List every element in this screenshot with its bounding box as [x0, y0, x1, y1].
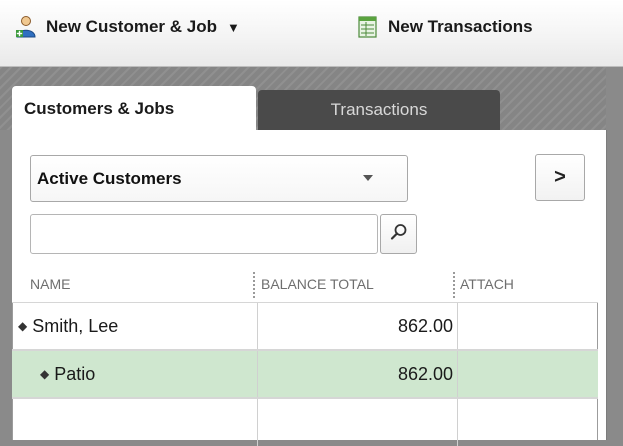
spreadsheet-icon [356, 15, 380, 39]
new-transactions-button[interactable]: New Transactions [356, 10, 533, 44]
new-customer-job-label: New Customer & Job [46, 17, 217, 36]
new-transactions-label: New Transactions [388, 17, 533, 36]
diamond-bullet-icon: ◆ [40, 367, 50, 381]
table-row-selected[interactable]: ◆ Patio 862.00 [12, 350, 598, 398]
row-name-cell: ◆ Smith, Lee [12, 303, 257, 349]
search-button[interactable] [380, 214, 417, 254]
row-name-cell [12, 399, 257, 446]
tab-transactions[interactable]: Transactions [258, 90, 500, 130]
column-header-attach[interactable]: ATTACH [460, 276, 514, 296]
customer-name: Smith, Lee [32, 315, 119, 336]
row-name-cell: ◆ Patio [12, 351, 257, 397]
column-resize-handle[interactable] [253, 272, 255, 298]
row-balance-cell: 862.00 [257, 351, 457, 397]
new-customer-job-button[interactable]: New Customer & Job ▼ [14, 10, 240, 44]
row-attach-cell [457, 351, 598, 397]
table-row[interactable]: ◆ Smith, Lee 862.00 [12, 302, 598, 350]
column-resize-handle[interactable] [453, 272, 455, 298]
search-input[interactable] [30, 214, 378, 254]
main-toolbar: New Customer & Job ▼ New Transactions [0, 0, 623, 67]
row-balance-cell: 862.00 [257, 303, 457, 349]
row-balance-cell [257, 399, 457, 446]
diamond-bullet-icon: ◆ [18, 319, 28, 333]
expand-panel-button[interactable]: > [535, 154, 585, 201]
magnifier-icon [390, 223, 408, 246]
user-add-icon [14, 15, 38, 39]
dropdown-caret-icon [363, 175, 373, 181]
panel-divider[interactable] [606, 67, 623, 440]
column-header-name[interactable]: NAME [30, 276, 70, 296]
column-header-balance[interactable]: BALANCE TOTAL [261, 276, 374, 296]
customer-filter-dropdown[interactable]: Active Customers [30, 155, 408, 202]
filter-selected-value: Active Customers [37, 168, 182, 188]
chevron-down-icon[interactable]: ▼ [227, 20, 240, 35]
tab-customers-jobs[interactable]: Customers & Jobs [12, 86, 256, 132]
table-row[interactable] [12, 398, 598, 446]
row-attach-cell [457, 303, 598, 349]
job-name: Patio [54, 363, 96, 384]
row-attach-cell [457, 399, 598, 446]
